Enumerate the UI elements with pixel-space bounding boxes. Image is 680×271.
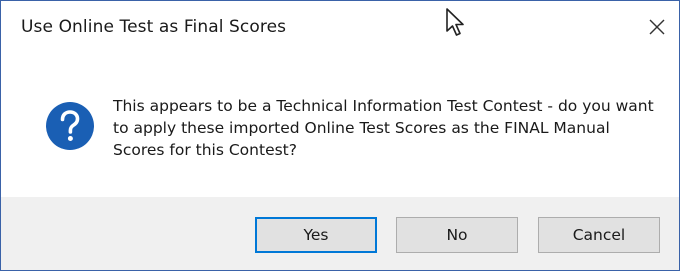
dialog-content: This appears to be a Technical Informati…	[1, 57, 679, 197]
title-bar[interactable]: Use Online Test as Final Scores	[1, 1, 679, 57]
cancel-button[interactable]: Cancel	[538, 217, 660, 253]
dialog-title: Use Online Test as Final Scores	[21, 17, 287, 37]
dialog-window: Use Online Test as Final Scores This app…	[0, 0, 680, 271]
close-button[interactable]	[635, 9, 679, 45]
close-icon	[649, 19, 665, 35]
mouse-pointer-icon	[446, 8, 464, 36]
no-button[interactable]: No	[396, 217, 518, 253]
dialog-message: This appears to be a Technical Informati…	[113, 97, 654, 159]
button-bar: Yes No Cancel	[1, 197, 679, 270]
question-icon	[46, 102, 94, 150]
yes-button[interactable]: Yes	[255, 217, 377, 253]
